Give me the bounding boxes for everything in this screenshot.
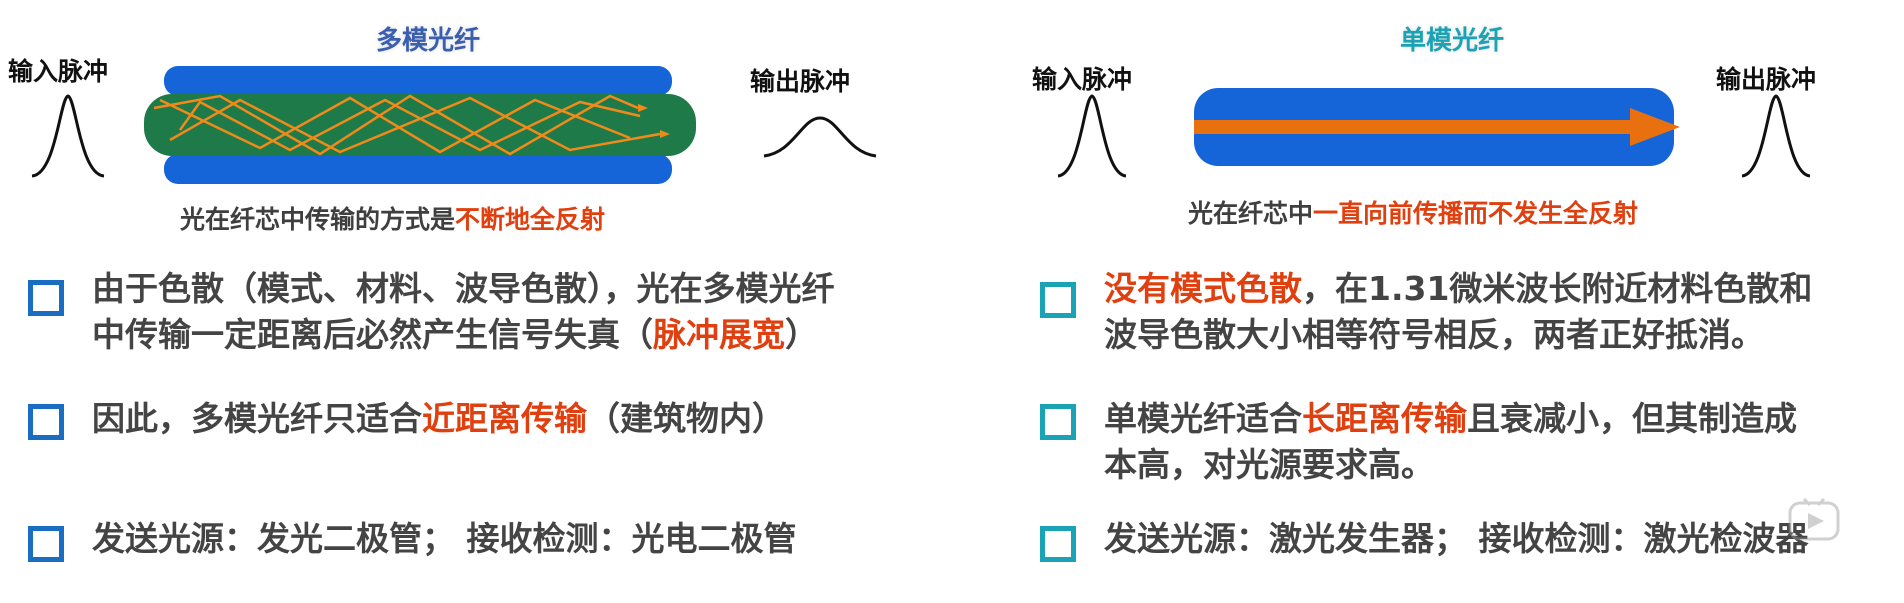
multimode-cladding-top bbox=[164, 66, 672, 96]
right-point-3: 发送光源：激光发生器； 接收检测：激光检波器 bbox=[1104, 519, 1809, 558]
right-bullet-2-icon bbox=[1040, 404, 1076, 440]
singlemode-arrow-shaft bbox=[1194, 120, 1634, 134]
left-point-1: 由于色散（模式、材料、波导色散），光在多模光纤 中传输一定距离后必然产生信号失真… bbox=[92, 269, 835, 354]
left-bullet-3-icon bbox=[28, 526, 64, 562]
multimode-input-pulse-icon bbox=[31, 94, 105, 178]
left-point-3: 发送光源：发光二极管； 接收检测：光电二极管 bbox=[92, 519, 797, 558]
left-point-2: 因此，多模光纤只适合近距离传输（建筑物内） bbox=[92, 399, 785, 438]
multimode-cladding-bottom bbox=[164, 154, 672, 184]
multimode-core bbox=[144, 94, 696, 156]
left-bullet-1-icon bbox=[28, 280, 64, 316]
multimode-output-pulse-icon bbox=[763, 116, 877, 158]
right-point-1: 没有模式色散，在1.31微米波长附近材料色散和 波导色散大小相等符号相反，两者正… bbox=[1104, 269, 1813, 354]
multimode-input-label: 输入脉冲 bbox=[8, 57, 109, 86]
multimode-caption: 光在纤芯中传输的方式是不断地全反射 bbox=[180, 205, 606, 234]
singlemode-output-pulse-icon bbox=[1741, 94, 1811, 178]
singlemode-input-pulse-icon bbox=[1057, 94, 1127, 178]
singlemode-caption: 光在纤芯中一直向前传播而不发生全反射 bbox=[1188, 199, 1639, 228]
multimode-title: 多模光纤 bbox=[376, 26, 481, 56]
left-bullet-2-icon bbox=[28, 404, 64, 440]
right-bullet-3-icon bbox=[1040, 526, 1076, 562]
right-point-2: 单模光纤适合长距离传输且衰减小，但其制造成 本高，对光源要求高。 bbox=[1104, 399, 1797, 484]
multimode-fiber-diagram bbox=[144, 66, 696, 184]
singlemode-title: 单模光纤 bbox=[1400, 26, 1505, 56]
multimode-output-label: 输出脉冲 bbox=[750, 67, 851, 96]
right-bullet-1-icon bbox=[1040, 282, 1076, 318]
singlemode-fiber-diagram bbox=[1194, 88, 1680, 166]
video-watermark-icon bbox=[1788, 497, 1840, 541]
